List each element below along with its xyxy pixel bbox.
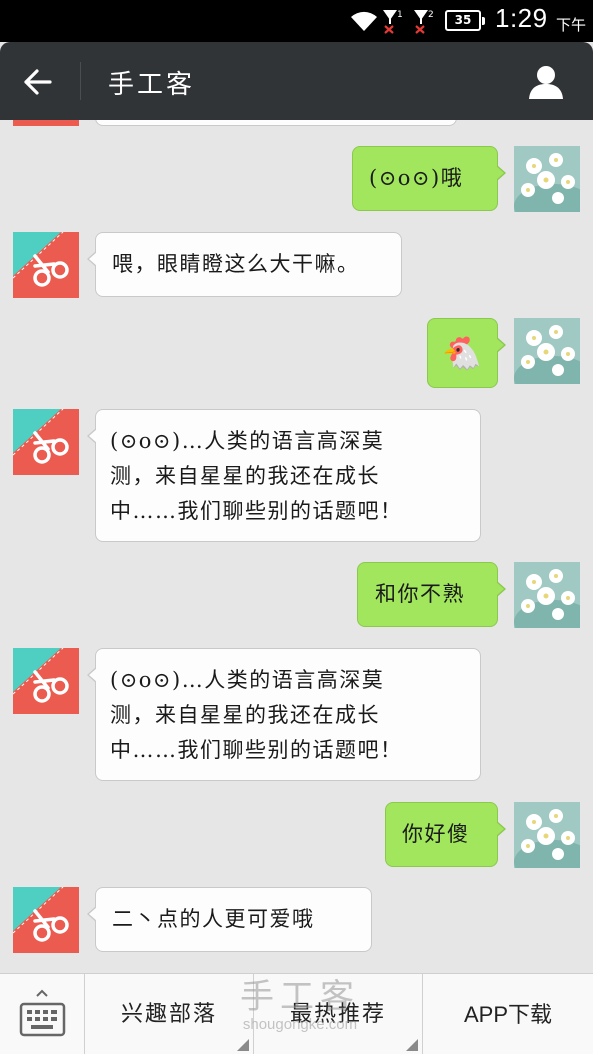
user-avatar[interactable] — [514, 562, 580, 628]
back-arrow-icon[interactable] — [18, 62, 58, 102]
menu-app-download[interactable]: APP下载 — [423, 974, 593, 1054]
message-line: 中……我们聊些别的话题吧！ — [110, 738, 403, 762]
user-avatar[interactable] — [514, 318, 580, 384]
watermark-logo: 手工客 — [240, 977, 360, 1017]
menu-interest-tribe[interactable]: 兴趣部落 — [85, 974, 254, 1054]
message-text: 你好傻 — [402, 822, 470, 846]
message-bubble[interactable] — [95, 120, 457, 126]
message-bubble-incoming[interactable]: 喂，眼睛瞪这么大干嘛。 — [87, 232, 402, 297]
bot-avatar[interactable] — [13, 887, 79, 953]
watermark-url: shougongke.com — [242, 1016, 358, 1033]
menu-label: 兴趣部落 — [120, 1002, 217, 1027]
message-line: 测，来自星星的我还在成长 — [110, 464, 380, 488]
signal2-label: 2 — [428, 10, 434, 20]
message-bubble-incoming[interactable]: (⊙o⊙)…人类的语言高深莫 测，来自星星的我还在成长 中……我们聊些别的话题吧… — [87, 648, 481, 781]
header-divider — [80, 62, 81, 100]
person-icon[interactable] — [526, 62, 566, 102]
message-bubble-incoming[interactable]: (⊙o⊙)…人类的语言高深莫 测，来自星星的我还在成长 中……我们聊些别的话题吧… — [87, 409, 481, 542]
signal-icon: 1 — [383, 10, 403, 34]
clock: 1:29 — [495, 3, 548, 33]
bot-avatar[interactable] — [13, 648, 79, 714]
bot-avatar[interactable] — [13, 232, 79, 298]
user-avatar[interactable] — [514, 802, 580, 868]
message-line: 中……我们聊些别的话题吧！ — [110, 499, 403, 523]
wifi-icon — [351, 11, 377, 31]
message-bubble-outgoing[interactable]: 🐔 — [427, 318, 506, 388]
message-line: (⊙o⊙)…人类的语言高深莫 — [110, 429, 385, 453]
submenu-indicator-icon — [406, 1039, 418, 1051]
message-bubble-outgoing[interactable]: 你好傻 — [385, 802, 506, 867]
message-bubble-outgoing[interactable]: 和你不熟 — [357, 562, 506, 627]
message-text: (⊙o⊙)哦 — [369, 166, 464, 190]
message-bubble-incoming[interactable]: 二丶点的人更可爱哦 — [87, 887, 372, 952]
message-text: 喂，眼睛瞪这么大干嘛。 — [112, 252, 360, 276]
keyboard-icon — [19, 989, 66, 1037]
message-text: 和你不熟 — [375, 582, 465, 606]
battery-icon: 35 — [445, 10, 485, 31]
message-text: 二丶点的人更可爱哦 — [112, 907, 315, 931]
chat-header: 手工客 — [0, 42, 593, 120]
message-line: (⊙o⊙)…人类的语言高深莫 — [110, 668, 385, 692]
chat-area[interactable]: (⊙o⊙)哦 喂，眼睛瞪这么大干嘛。 🐔 (⊙o⊙)…人类的语言高深莫 测，来自… — [0, 120, 593, 973]
user-avatar[interactable] — [514, 146, 580, 212]
message-bubble-outgoing[interactable]: (⊙o⊙)哦 — [352, 146, 506, 211]
bot-avatar[interactable] — [13, 120, 79, 126]
submenu-indicator-icon — [237, 1039, 249, 1051]
menu-label: APP下载 — [463, 1002, 553, 1027]
watermark: 手工客 shougongke.com — [230, 977, 370, 1033]
message-line: 测，来自星星的我还在成长 — [110, 703, 380, 727]
message-emoji: 🐔 — [442, 334, 482, 372]
status-bar: 1 2 35 1:29 下午 — [0, 0, 593, 42]
signal-icon: 2 — [414, 10, 434, 34]
page-title: 手工客 — [108, 70, 196, 100]
signal1-label: 1 — [397, 10, 403, 20]
ampm: 下午 — [556, 16, 587, 34]
keyboard-toggle-button[interactable] — [0, 974, 85, 1054]
bot-avatar[interactable] — [13, 409, 79, 475]
